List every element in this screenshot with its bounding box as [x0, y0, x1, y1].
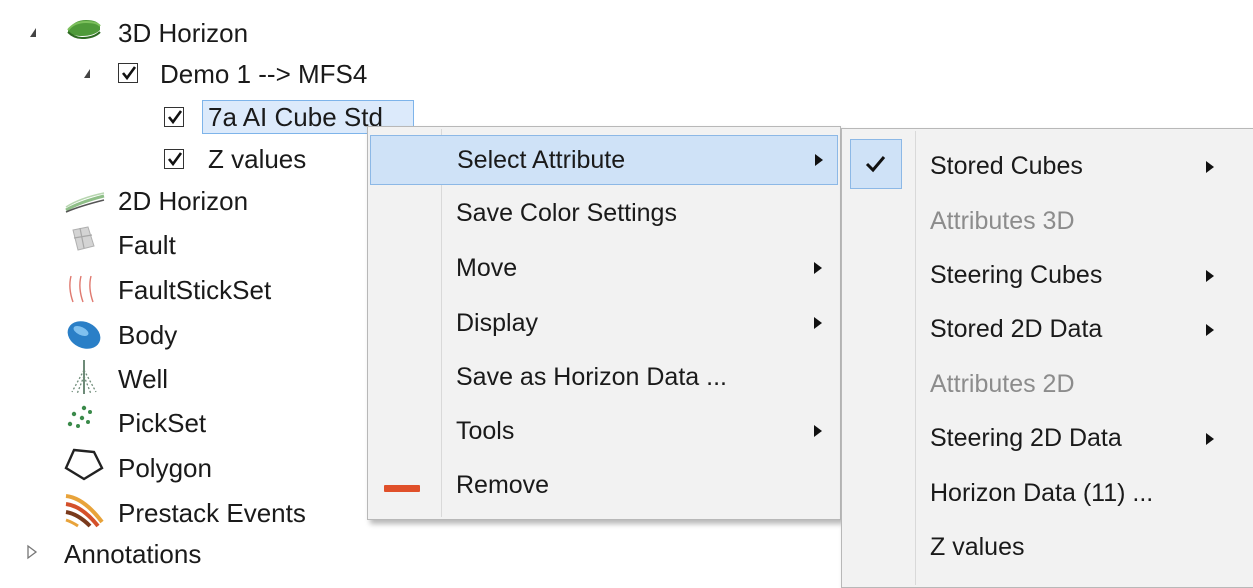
- polygon-icon: [64, 448, 104, 481]
- menu-item-select-attribute[interactable]: Select Attribute: [370, 135, 838, 185]
- menu-item-tools[interactable]: Tools: [370, 407, 838, 457]
- submenu-item-label: Z values: [930, 533, 1025, 561]
- menu-item-label: Save as Horizon Data ...: [456, 363, 727, 391]
- submenu-item-label: Stored Cubes: [930, 152, 1083, 180]
- submenu-arrow-icon: [814, 425, 822, 437]
- 2d-horizon-icon: [65, 192, 105, 213]
- fault-icon: [72, 226, 95, 251]
- context-menu: Select Attribute Save Color Settings Mov…: [367, 126, 841, 520]
- well-icon: [71, 360, 97, 395]
- submenu-item-steering-cubes[interactable]: Steering Cubes: [844, 250, 1253, 300]
- tree-item-faultstickset-label[interactable]: FaultStickSet: [118, 275, 271, 305]
- submenu-item-label: Attributes 2D: [930, 370, 1075, 398]
- tree-item-ai-cube-label[interactable]: 7a AI Cube Std: [208, 102, 383, 132]
- menu-item-save-color-settings[interactable]: Save Color Settings: [370, 189, 838, 239]
- 3d-horizon-icon: [67, 20, 101, 40]
- checkmark-icon: [167, 110, 183, 125]
- faultstickset-icon: [69, 275, 94, 303]
- tree-item-annotations-label[interactable]: Annotations: [64, 539, 201, 569]
- menu-item-label: Remove: [456, 471, 550, 499]
- submenu-arrow-icon: [1206, 433, 1214, 445]
- pickset-icon: [67, 405, 92, 428]
- expand-annotations-toggle[interactable]: [26, 544, 38, 560]
- tree-item-fault-label[interactable]: Fault: [118, 230, 176, 260]
- submenu-item-stored-2d-data[interactable]: Stored 2D Data: [844, 304, 1253, 354]
- menu-item-label: Display: [456, 309, 538, 337]
- checkmark-icon: [121, 66, 137, 81]
- tree-item-2d-horizon-label[interactable]: 2D Horizon: [118, 186, 248, 216]
- z-values-checkbox[interactable]: [164, 149, 184, 169]
- submenu-item-stored-cubes[interactable]: Stored Cubes: [844, 141, 1253, 191]
- tree-item-3d-horizon-label[interactable]: 3D Horizon: [118, 18, 248, 48]
- menu-item-remove[interactable]: Remove: [370, 461, 838, 511]
- attribute-submenu: Stored Cubes Attributes 3D Steering Cube…: [841, 128, 1253, 588]
- expand-3d-horizon-toggle[interactable]: [30, 28, 36, 37]
- submenu-arrow-icon: [815, 154, 823, 166]
- demo-checkbox[interactable]: [118, 63, 138, 83]
- tree-item-z-values-label[interactable]: Z values: [208, 144, 306, 174]
- menu-item-label: Save Color Settings: [456, 199, 677, 227]
- submenu-item-attributes-2d: Attributes 2D: [844, 359, 1253, 409]
- submenu-arrow-icon: [1206, 270, 1214, 282]
- submenu-item-label: Steering 2D Data: [930, 424, 1122, 452]
- submenu-arrow-icon: [1206, 161, 1214, 173]
- submenu-item-label: Horizon Data (11) ...: [930, 479, 1154, 507]
- submenu-item-z-values[interactable]: Z values: [844, 522, 1253, 572]
- menu-item-display[interactable]: Display: [370, 299, 838, 349]
- submenu-item-steering-2d-data[interactable]: Steering 2D Data: [844, 413, 1253, 463]
- submenu-arrow-icon: [1206, 324, 1214, 336]
- submenu-item-label: Stored 2D Data: [930, 315, 1103, 343]
- submenu-item-horizon-data[interactable]: Horizon Data (11) ...: [844, 468, 1253, 518]
- checkmark-icon: [167, 152, 183, 167]
- expand-demo-toggle[interactable]: [84, 69, 90, 78]
- tree-item-polygon-label[interactable]: Polygon: [118, 453, 212, 483]
- submenu-arrow-icon: [814, 262, 822, 274]
- menu-item-save-as-horizon-data[interactable]: Save as Horizon Data ...: [370, 353, 838, 403]
- submenu-arrow-icon: [814, 317, 822, 329]
- submenu-item-label: Attributes 3D: [930, 207, 1075, 235]
- body-icon: [67, 321, 101, 349]
- tree-item-pickset-label[interactable]: PickSet: [118, 408, 206, 438]
- tree-item-demo-label[interactable]: Demo 1 --> MFS4: [160, 59, 367, 89]
- submenu-item-label: Steering Cubes: [930, 261, 1103, 289]
- menu-item-label: Move: [456, 254, 518, 282]
- ai-cube-checkbox[interactable]: [164, 107, 184, 127]
- menu-item-label: Tools: [456, 417, 515, 445]
- remove-icon: [384, 485, 420, 492]
- tree-item-body-label[interactable]: Body: [118, 320, 177, 350]
- menu-item-move[interactable]: Move: [370, 244, 838, 294]
- menu-item-label: Select Attribute: [457, 146, 626, 174]
- tree-item-prestack-events-label[interactable]: Prestack Events: [118, 498, 306, 528]
- tree-item-well-label[interactable]: Well: [118, 364, 168, 394]
- prestack-events-icon: [65, 494, 104, 528]
- submenu-item-attributes-3d: Attributes 3D: [844, 196, 1253, 246]
